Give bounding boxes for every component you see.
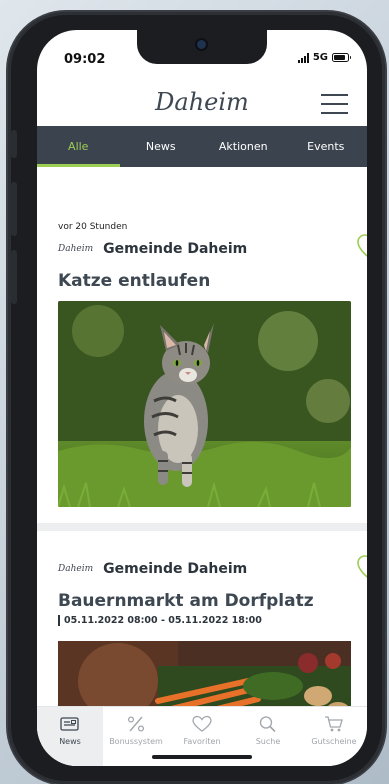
search-icon — [259, 716, 276, 733]
home-indicator — [152, 755, 252, 759]
nav-label: Bonussystem — [109, 737, 163, 746]
network-label: 5G — [312, 52, 328, 63]
card-divider — [37, 523, 367, 531]
publisher-name: Gemeinde Daheim — [103, 561, 248, 577]
hamburger-menu-icon[interactable] — [321, 94, 348, 114]
post-time: vor 20 Stunden — [58, 222, 128, 232]
nav-news[interactable]: News — [37, 707, 103, 766]
camera — [197, 40, 206, 49]
market-illustration — [58, 641, 351, 707]
nav-label: News — [59, 737, 81, 746]
feed-card[interactable]: vor 20 Stunden Daheim Gemeinde Daheim Ka… — [37, 167, 367, 523]
status-time: 09:02 — [64, 52, 106, 67]
publisher-name: Gemeinde Daheim — [103, 241, 248, 257]
percent-icon — [127, 716, 145, 732]
publisher-logo: Daheim — [58, 564, 94, 574]
app-header: Daheim — [37, 82, 367, 128]
app-logo: Daheim — [155, 88, 249, 116]
battery-icon — [332, 53, 351, 62]
heart-icon — [192, 715, 212, 732]
post-title: Katze entlaufen — [58, 271, 211, 291]
publisher-logo: Daheim — [58, 244, 94, 254]
volume-down-button — [11, 250, 17, 304]
category-tabs: Alle News Aktionen Events — [37, 126, 367, 167]
tab-news[interactable]: News — [120, 126, 203, 167]
app-screen: 09:02 5G Daheim Alle News Aktionen Event… — [37, 30, 367, 766]
cart-icon — [325, 716, 343, 732]
volume-up-button — [11, 182, 17, 236]
mute-switch — [11, 130, 17, 158]
tab-aktionen[interactable]: Aktionen — [202, 126, 285, 167]
cat-photo[interactable] — [58, 301, 351, 507]
post-title: Bauernmarkt am Dorfplatz — [58, 591, 314, 611]
nav-gutscheine[interactable]: Gutscheine — [301, 707, 367, 766]
tab-alle[interactable]: Alle — [37, 126, 120, 167]
cat-illustration — [58, 301, 351, 507]
newspaper-icon — [60, 717, 79, 731]
tab-events[interactable]: Events — [285, 126, 368, 167]
card-header: Daheim Gemeinde Daheim — [58, 561, 247, 577]
market-vegetables-photo[interactable] — [58, 641, 351, 707]
event-date: 05.11.2022 08:00 - 05.11.2022 18:00 — [58, 615, 262, 626]
signal-icon — [297, 52, 309, 63]
card-header: Daheim Gemeinde Daheim — [58, 241, 247, 257]
nav-label: Gutscheine — [311, 737, 357, 746]
nav-label: Favoriten — [183, 737, 221, 746]
notch — [137, 30, 267, 64]
nav-label: Suche — [255, 737, 281, 746]
status-icons: 5G — [297, 52, 351, 63]
favorite-heart-icon[interactable] — [356, 554, 367, 582]
favorite-heart-icon[interactable] — [356, 233, 367, 261]
news-feed: vor 20 Stunden Daheim Gemeinde Daheim Ka… — [37, 167, 367, 707]
